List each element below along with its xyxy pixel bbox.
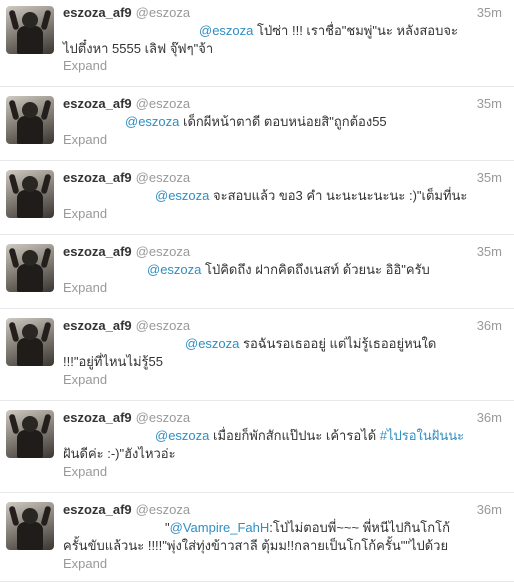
expand-link[interactable]: Expand (63, 464, 107, 479)
tweet-text: @eszoza เด็กผีหน้าตาดี ตอบหน่อยสิ"ถูกต้อ… (63, 113, 483, 131)
tweet-text: @eszoza โป่ซ่า !!! เราชื่อ"ชมพู่"นะ หลัง… (63, 22, 483, 58)
tweet-text-segment: ฝันดีค่ะ :-)"ฮังไหวอ่ะ (63, 446, 176, 461)
tweet-text: @eszoza เมื่อยก็พักสักแป๊ปนะ เค้ารอได้ #… (63, 427, 483, 463)
tweet-author[interactable]: eszoza_af9 @eszoza (63, 502, 190, 517)
tweet-author[interactable]: eszoza_af9 @eszoza (63, 244, 190, 259)
author-name[interactable]: eszoza_af9 (63, 96, 132, 111)
author-name[interactable]: eszoza_af9 (63, 502, 132, 517)
mention-link[interactable]: @eszoza (199, 23, 253, 38)
tweet-timestamp[interactable]: 36m (477, 318, 502, 333)
expand-link[interactable]: Expand (63, 132, 107, 147)
tweet-timestamp[interactable]: 36m (477, 502, 502, 517)
tweet-timestamp[interactable]: 35m (477, 244, 502, 259)
author-handle[interactable]: @eszoza (136, 318, 190, 333)
expand-link[interactable]: Expand (63, 372, 107, 387)
tweet-text-segment: ครั้นขับแล้วนะ !!!!"พุ่งใส่ทุ่งข้าวสาลี … (63, 538, 449, 553)
mention-link[interactable]: @eszoza (147, 262, 201, 277)
tweet-text-line: !!!"อยู่ที่ไหนไม่รู้55 (63, 353, 483, 371)
avatar[interactable] (6, 318, 54, 366)
tweet-item[interactable]: eszoza_af9 @eszoza 35m @eszoza จะสอบแล้ว ขอ… (0, 160, 514, 235)
author-name[interactable]: eszoza_af9 (63, 5, 132, 20)
author-name[interactable]: eszoza_af9 (63, 318, 132, 333)
tweet-timestamp[interactable]: 36m (477, 410, 502, 425)
author-name[interactable]: eszoza_af9 (63, 170, 132, 185)
expand-link[interactable]: Expand (63, 206, 107, 221)
avatar[interactable] (6, 410, 54, 458)
tweet-item[interactable]: eszoza_af9 @eszoza 35m @eszoza โป่คิดถึง ฝา… (0, 234, 514, 309)
author-handle[interactable]: @eszoza (136, 5, 190, 20)
tweet-text-line: @eszoza จะสอบแล้ว ขอ3 คำ นะนะนะนะนะ :)"เ… (63, 187, 483, 205)
author-handle[interactable]: @eszoza (136, 502, 190, 517)
tweet-text-line: ฝันดีค่ะ :-)"ฮังไหวอ่ะ (63, 445, 483, 463)
tweet-text-segment: จะสอบแล้ว ขอ3 คำ นะนะนะนะนะ :)"เต็มที่นะ (209, 188, 468, 203)
author-handle[interactable]: @eszoza (136, 410, 190, 425)
avatar[interactable] (6, 96, 54, 144)
mention-link[interactable]: @Vampire_FahH (170, 520, 270, 535)
hashtag-link[interactable]: #ไปรอในฝันนะ (380, 428, 464, 443)
author-name[interactable]: eszoza_af9 (63, 410, 132, 425)
author-name[interactable]: eszoza_af9 (63, 244, 132, 259)
tweet-text: @eszoza โป่คิดถึง ฝากคิดถึงเนสท์ ด้วยนะ … (63, 261, 483, 279)
expand-link[interactable]: Expand (63, 58, 107, 73)
tweet-text-segment: เมื่อยก็พักสักแป๊ปนะ เค้ารอได้ (209, 428, 380, 443)
expand-link[interactable]: Expand (63, 556, 107, 571)
tweet-text-segment: โป่ซ่า !!! เราชื่อ"ชมพู่"นะ หลังสอบจะ (253, 23, 458, 38)
tweet-text-segment: เด็กผีหน้าตาดี ตอบหน่อยสิ"ถูกต้อง55 (179, 114, 387, 129)
tweet-text: "@Vampire_FahH:โป่ไม่ตอบพี่~~~ พี่หนีไปก… (63, 519, 483, 555)
author-handle[interactable]: @eszoza (136, 244, 190, 259)
tweet-author[interactable]: eszoza_af9 @eszoza (63, 96, 190, 111)
tweet-item[interactable]: eszoza_af9 @eszoza 35m @eszoza โป่ซ่า !!! เ… (0, 0, 514, 87)
tweet-text-line: ไปตึ๋งหา 5555 เลิฟ จุ๊ฟๆ"จ้า (63, 40, 483, 58)
tweet-text: @eszoza จะสอบแล้ว ขอ3 คำ นะนะนะนะนะ :)"เ… (63, 187, 483, 205)
author-handle[interactable]: @eszoza (136, 96, 190, 111)
tweet-text-line: @eszoza โป่คิดถึง ฝากคิดถึงเนสท์ ด้วยนะ … (63, 261, 483, 279)
tweet-item[interactable]: eszoza_af9 @eszoza 36m @eszoza รอฉันรอเธออย… (0, 308, 514, 401)
tweet-text-line: "@Vampire_FahH:โป่ไม่ตอบพี่~~~ พี่หนีไปก… (63, 519, 483, 537)
tweet-author[interactable]: eszoza_af9 @eszoza (63, 410, 190, 425)
mention-link[interactable]: @eszoza (155, 428, 209, 443)
tweet-text-segment: :โป่ไม่ตอบพี่~~~ พี่หนีไปกินโกโก้ (269, 520, 450, 535)
avatar[interactable] (6, 244, 54, 292)
tweet-text-line: @eszoza เมื่อยก็พักสักแป๊ปนะ เค้ารอได้ #… (63, 427, 483, 445)
tweet-item[interactable]: eszoza_af9 @eszoza 35m @eszoza เด็กผีหน้าตา… (0, 86, 514, 161)
tweet-text-line: @eszoza รอฉันรอเธออยู่ แต่ไม่รู้เธออยู่ห… (63, 335, 483, 353)
tweet-text-line: @eszoza โป่ซ่า !!! เราชื่อ"ชมพู่"นะ หลัง… (63, 22, 483, 40)
tweet-timestamp[interactable]: 35m (477, 96, 502, 111)
avatar[interactable] (6, 502, 54, 550)
tweet-text: @eszoza รอฉันรอเธออยู่ แต่ไม่รู้เธออยู่ห… (63, 335, 483, 371)
tweet-author[interactable]: eszoza_af9 @eszoza (63, 170, 190, 185)
tweet-text-line: @eszoza เด็กผีหน้าตาดี ตอบหน่อยสิ"ถูกต้อ… (63, 113, 483, 131)
author-handle[interactable]: @eszoza (136, 170, 190, 185)
tweet-timestamp[interactable]: 35m (477, 170, 502, 185)
tweet-text-segment: ไปตึ๋งหา 5555 เลิฟ จุ๊ฟๆ"จ้า (63, 41, 214, 56)
tweet-text-line: ครั้นขับแล้วนะ !!!!"พุ่งใส่ทุ่งข้าวสาลี … (63, 537, 483, 555)
tweet-text-segment: !!!"อยู่ที่ไหนไม่รู้55 (63, 354, 163, 369)
tweet-author[interactable]: eszoza_af9 @eszoza (63, 5, 190, 20)
tweet-author[interactable]: eszoza_af9 @eszoza (63, 318, 190, 333)
mention-link[interactable]: @eszoza (155, 188, 209, 203)
tweet-timestamp[interactable]: 35m (477, 5, 502, 20)
tweet-item[interactable]: eszoza_af9 @eszoza 36m "@Vampire_FahH:โป่ไม… (0, 492, 514, 582)
tweet-text-segment: รอฉันรอเธออยู่ แต่ไม่รู้เธออยู่หนใด (239, 336, 437, 351)
mention-link[interactable]: @eszoza (125, 114, 179, 129)
expand-link[interactable]: Expand (63, 280, 107, 295)
avatar[interactable] (6, 170, 54, 218)
tweet-text-segment: โป่คิดถึง ฝากคิดถึงเนสท์ ด้วยนะ อิอิ"ครั… (201, 262, 430, 277)
tweet-item[interactable]: eszoza_af9 @eszoza 36m @eszoza เมื่อยก็พักส… (0, 400, 514, 493)
mention-link[interactable]: @eszoza (185, 336, 239, 351)
avatar[interactable] (6, 6, 54, 54)
